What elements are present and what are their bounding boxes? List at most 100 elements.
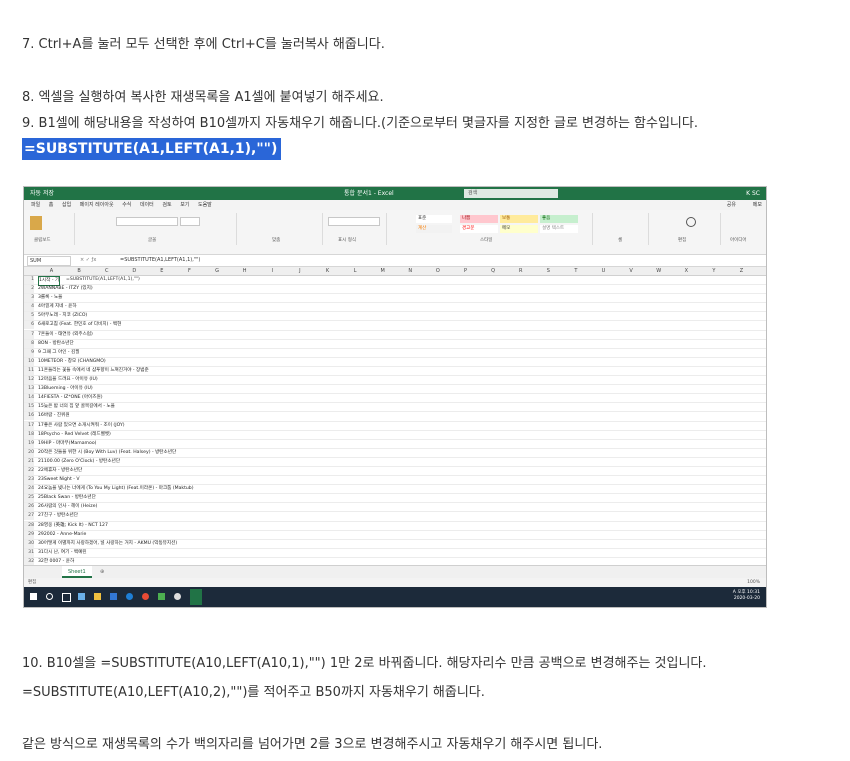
column-header[interactable]: A [38, 267, 65, 275]
number-format-box[interactable] [328, 217, 380, 226]
column-header[interactable]: R [507, 267, 534, 275]
row-number[interactable]: 7 [24, 330, 34, 339]
column-header[interactable]: D [121, 267, 148, 275]
style-neutral[interactable]: 보통 [500, 215, 538, 223]
app-icon-2[interactable] [110, 593, 117, 600]
system-clock[interactable]: A 오후 10:31 2020-03-20 [733, 590, 760, 602]
menu-data[interactable]: 데이터 [140, 202, 154, 208]
menu-page-layout[interactable]: 페이지 레이아웃 [80, 202, 114, 208]
find-icon[interactable] [686, 217, 696, 227]
cell-a[interactable]: 17좋은 사람 있으면 소개시켜줘 - 조이 (JOY) [38, 422, 125, 430]
menu-review[interactable]: 검토 [162, 202, 171, 208]
cell-a[interactable]: 24요놈을 빛나는 너에게 (To You My Light) (Feat.이라… [38, 485, 194, 493]
row-number[interactable]: 10 [24, 357, 34, 366]
cell-a[interactable]: 19HIP - 마마무(Mamamoo) [38, 440, 96, 448]
cell-a[interactable]: 13Blueming - 아이유 (IU) [38, 385, 93, 393]
font-name-box[interactable] [116, 217, 178, 226]
share-button[interactable]: 공유 [727, 200, 736, 210]
column-header[interactable]: M [369, 267, 396, 275]
row-number[interactable]: 6 [24, 321, 34, 330]
row-number[interactable]: 3 [24, 294, 34, 303]
row-number[interactable]: 9 [24, 348, 34, 357]
row-number[interactable]: 8 [24, 339, 34, 348]
cell-a[interactable]: 26사람의 인사 - 헤이 (Heize) [38, 503, 97, 511]
row-number[interactable]: 27 [24, 512, 34, 521]
style-normal[interactable]: 표준 [416, 215, 452, 223]
column-header[interactable]: L [342, 267, 369, 275]
cell-a[interactable]: 9 그때 그 아인 - 김필 [38, 349, 79, 357]
cell-a[interactable]: 12마음을 드려요 - 아이유 (IU) [38, 376, 98, 384]
spreadsheet-grid[interactable]: ABCDEFGHIJKLMNOPQRSTUVWXYZ 1 1시작 - 기 =SUBS… [24, 267, 766, 595]
cell-a[interactable]: 7흔들이 - 태연유 (외주스럼) [38, 331, 93, 339]
style-explain[interactable]: 설명 텍스트 [540, 225, 578, 233]
zoom-level[interactable]: 100% [747, 578, 760, 587]
row-number[interactable]: 4 [24, 303, 34, 312]
cell-a[interactable]: 28영웅 (英雄; Kick It) - NCT 127 [38, 522, 108, 530]
row-number[interactable]: 5 [24, 312, 34, 321]
cell-a[interactable]: 21100.00 (Zero O'Clock) - 방탄소년단 [38, 458, 120, 466]
column-header[interactable]: G [204, 267, 231, 275]
excel-taskbar-icon[interactable] [190, 589, 202, 605]
cell-a[interactable]: 292002 - Anne-Marie [38, 531, 86, 539]
cell-a[interactable]: 5아무노래 - 지코 (ZICO) [38, 312, 87, 320]
menu-view[interactable]: 보기 [180, 202, 189, 208]
column-header[interactable]: S [535, 267, 562, 275]
row-number[interactable]: 22 [24, 466, 34, 475]
cell-a[interactable]: 11흔들리는 꽃들 속에서 네 샴푸향이 느껴진거야 - 장범준 [38, 367, 149, 375]
column-header[interactable]: Q [480, 267, 507, 275]
paste-icon[interactable] [30, 216, 42, 230]
row-number[interactable]: 26 [24, 503, 34, 512]
name-box[interactable]: SUM [27, 256, 71, 266]
edge-icon[interactable] [126, 593, 133, 600]
menu-insert[interactable]: 삽입 [62, 202, 71, 208]
cell-a[interactable]: 20작은 것들을 위한 시 (Boy With Luv) (Feat. Hals… [38, 449, 176, 457]
fx-icon[interactable]: × ✓ ƒx [80, 255, 96, 266]
column-header[interactable]: F [176, 267, 203, 275]
add-sheet-icon[interactable]: ⊕ [100, 566, 104, 578]
menu-formulas[interactable]: 수식 [122, 202, 131, 208]
row-number[interactable]: 1 [24, 276, 34, 284]
row-number[interactable]: 20 [24, 448, 34, 457]
font-size-box[interactable] [180, 217, 200, 226]
app-icon-1[interactable] [78, 593, 85, 600]
cell-a[interactable]: 16바람 - 진위원 [38, 412, 70, 420]
search-box[interactable]: 검색 [464, 189, 558, 198]
row-number[interactable]: 12 [24, 376, 34, 385]
cell-a[interactable]: 22에휴자 - 방탄소년단 [38, 467, 82, 475]
column-header[interactable]: H [231, 267, 258, 275]
row-number[interactable]: 25 [24, 494, 34, 503]
column-header[interactable]: X [673, 267, 700, 275]
windows-start-icon[interactable] [30, 593, 37, 600]
app-icon-4[interactable] [174, 593, 181, 600]
memo-button[interactable]: 메모 [753, 200, 762, 210]
cell-b1-formula[interactable]: =SUBSTITUTE(A1,LEFT(A1,1),"") [66, 276, 140, 284]
style-memo[interactable]: 메모 [500, 225, 538, 233]
row-number[interactable]: 14 [24, 394, 34, 403]
menu-home[interactable]: 홈 [49, 202, 54, 208]
column-header[interactable]: T [562, 267, 589, 275]
menu-help[interactable]: 도움말 [198, 202, 212, 208]
column-header[interactable]: B [66, 267, 93, 275]
column-header[interactable]: O [424, 267, 451, 275]
row-number[interactable]: 15 [24, 403, 34, 412]
row-number[interactable]: 31 [24, 548, 34, 557]
row-number[interactable]: 29 [24, 530, 34, 539]
cell-a[interactable]: 2WANNABE - ITZY (있지) [38, 285, 93, 293]
row-number[interactable]: 30 [24, 539, 34, 548]
column-header[interactable]: U [590, 267, 617, 275]
menu-file[interactable]: 파일 [31, 202, 40, 208]
row-number[interactable]: 23 [24, 476, 34, 485]
cell-a[interactable]: 8ON - 방탄소년단 [38, 340, 74, 348]
task-view-icon[interactable] [62, 593, 71, 602]
style-calc[interactable]: 계산 [416, 225, 452, 233]
cell-a[interactable]: 14FIESTA - IZ*ONE (아이즈원) [38, 394, 103, 402]
chrome-icon[interactable] [142, 593, 149, 600]
cell-a[interactable]: 18Psycho - Red Velvet (레드벨벳) [38, 431, 111, 439]
sheet-tab[interactable]: Sheet1 [62, 566, 92, 578]
cell-a[interactable]: 23Sweet Night - V [38, 476, 80, 484]
search-icon[interactable] [46, 593, 53, 600]
column-header[interactable]: J [286, 267, 313, 275]
cell-a[interactable]: 27친구 - 방탄소년단 [38, 512, 78, 520]
cell-a[interactable]: 25Black Swan - 방탄소년단 [38, 494, 96, 502]
file-explorer-icon[interactable] [94, 593, 101, 600]
